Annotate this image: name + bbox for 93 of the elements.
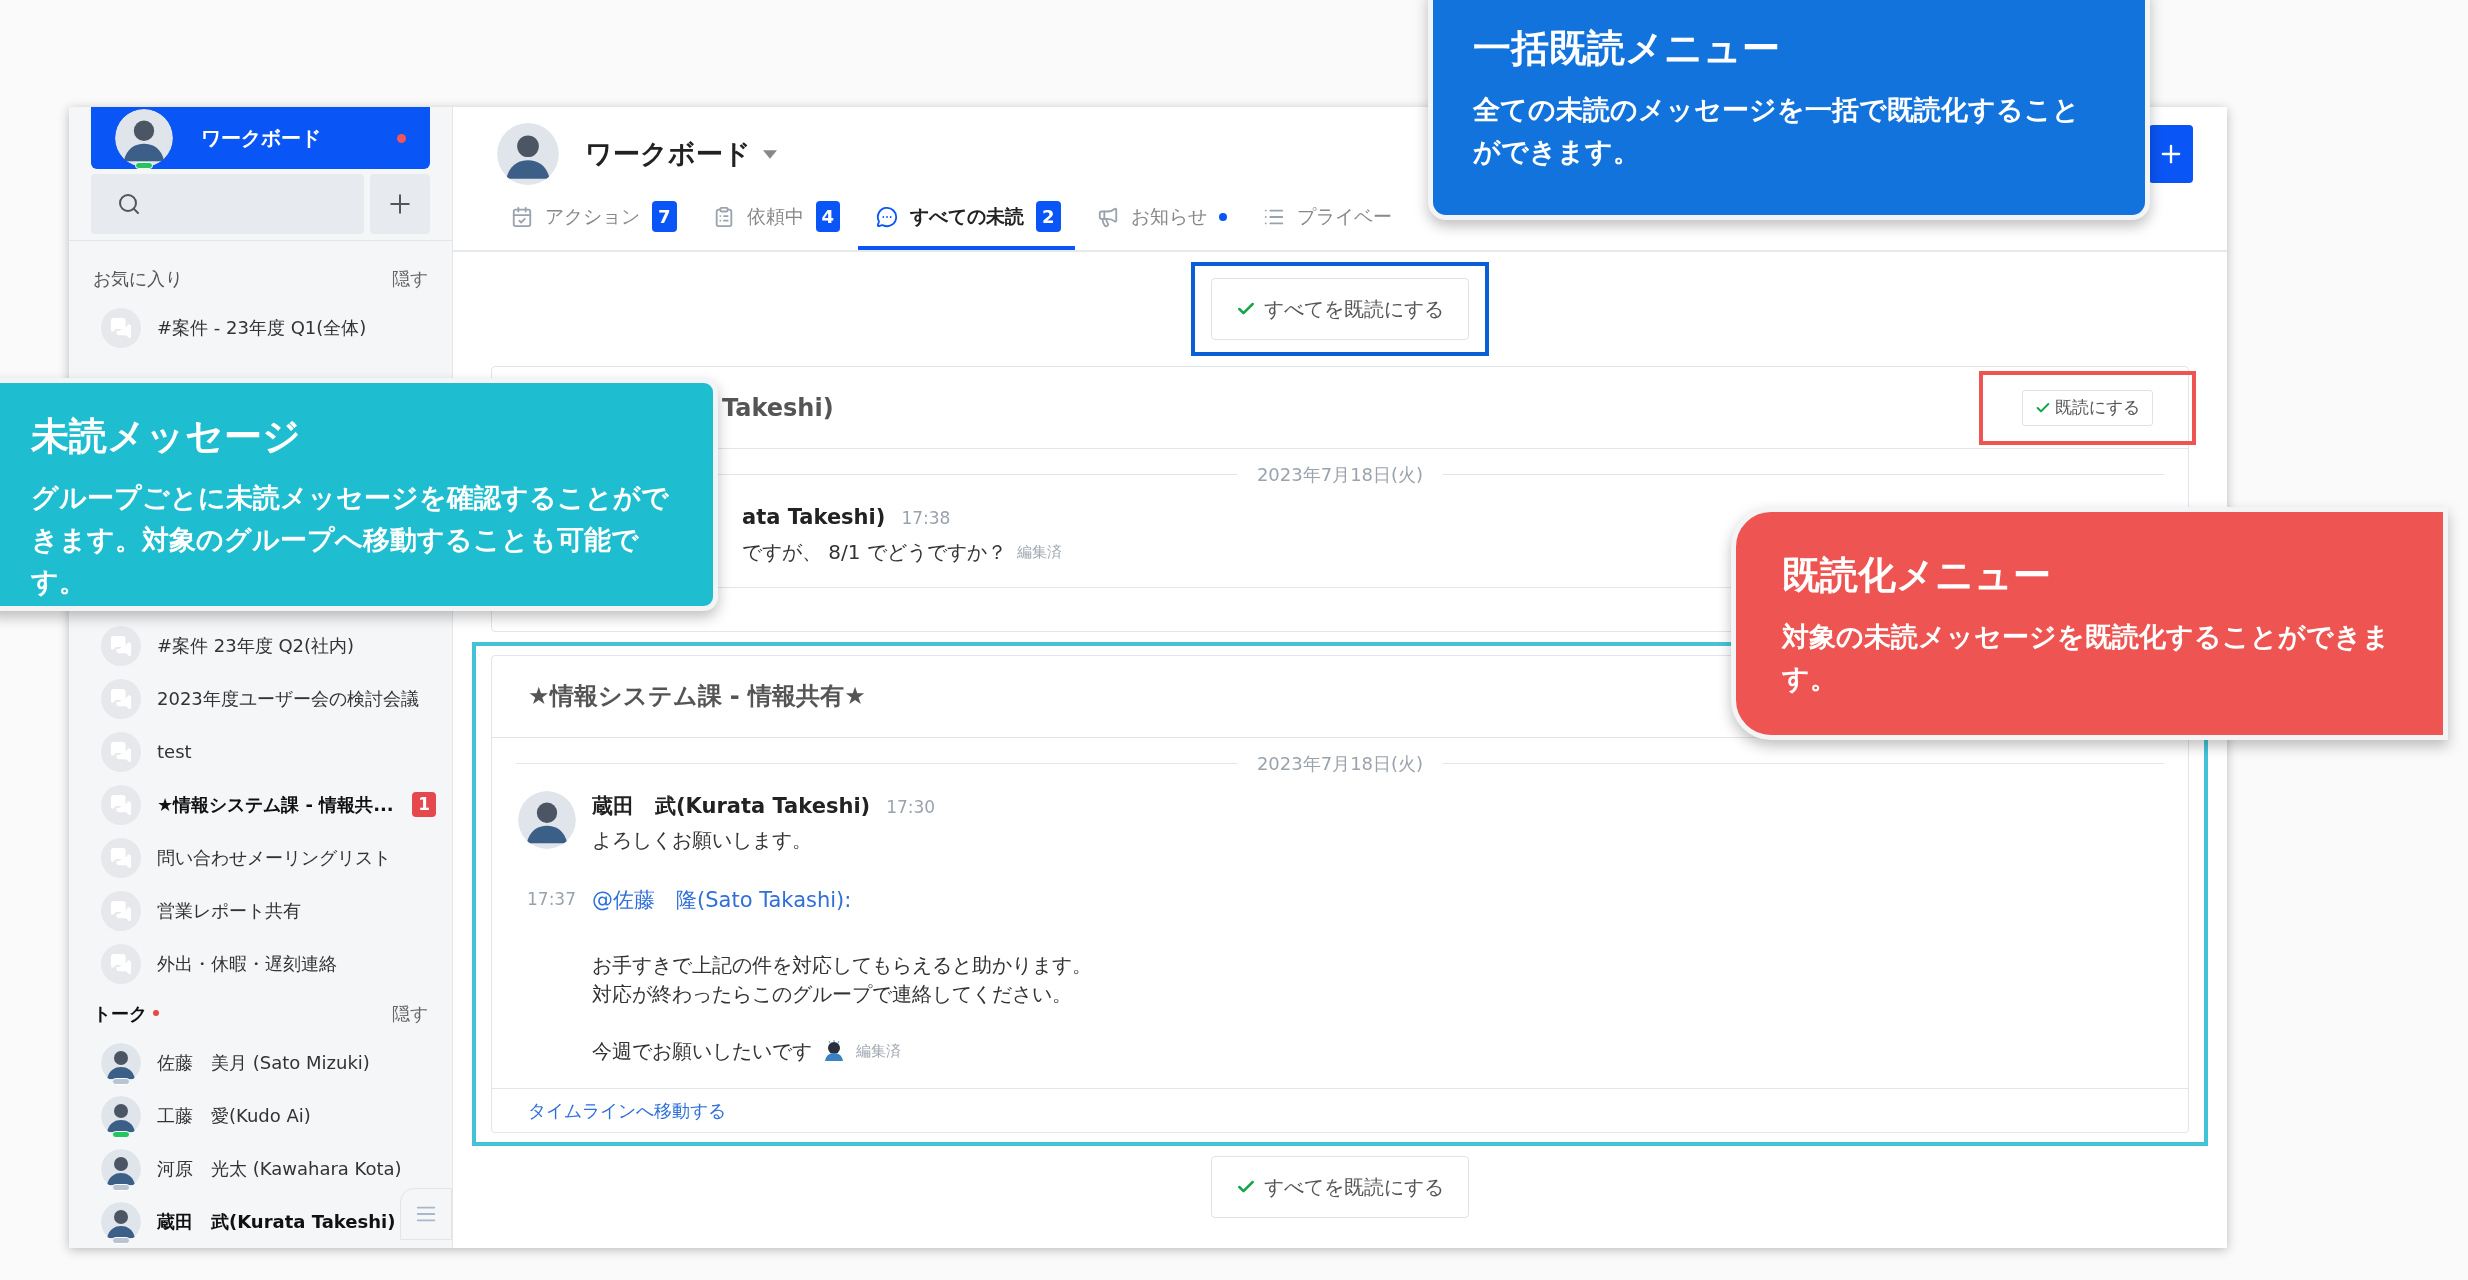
count-badge: 4 [815, 201, 841, 232]
item-label: test [157, 740, 192, 764]
hide-link[interactable]: 隠す [392, 264, 428, 292]
callout-text: 全ての未読のメッセージを一括で既読化することができます。 [1473, 93, 2081, 169]
chat-bubbles-icon [101, 837, 141, 878]
item-label: ★情報システム課 - 情報共... [157, 793, 394, 817]
tab-label: アクション [545, 204, 640, 230]
search-field[interactable] [91, 174, 364, 234]
count-badge: 2 [1036, 201, 1061, 232]
mark-read-button[interactable]: 既読にする [2022, 389, 2153, 426]
sidebar-item[interactable]: 外出・休暇・遅刻連絡 [69, 937, 452, 990]
message-text: 今週でお願いしたいです [592, 1037, 812, 1065]
mark-all-read-button[interactable]: すべてを既読にする [1211, 1155, 1469, 1218]
tab-label: お知らせ [1130, 204, 1207, 230]
chat-bubbles-icon [101, 678, 141, 719]
tab-label: すべての未読 [910, 204, 1025, 230]
item-label: 工藤 愛(Kudo Ai) [157, 1104, 311, 1128]
edited-label: 編集済 [856, 1040, 901, 1062]
page-title[interactable]: ワークボード [585, 133, 777, 175]
message-text: お手すきで上記の件を対応してもらえると助かります。 [592, 951, 1092, 979]
list-toggle-button[interactable] [400, 1188, 452, 1240]
chat-icon [876, 205, 899, 228]
sidebar-item[interactable]: #案件 23年度 Q2(社内) [69, 619, 452, 672]
tab[interactable]: アクション 7 [493, 187, 691, 250]
hide-link[interactable]: 隠す [392, 999, 428, 1027]
avatar-icon [497, 123, 559, 185]
calendar-icon [511, 205, 533, 228]
callout-title: 既読化メニュー [1782, 552, 2052, 598]
item-label: 2023年度ユーザー会の検討会議 [157, 687, 419, 711]
item-label: 問い合わせメーリングリスト [157, 846, 391, 870]
callout-title: 一括既読メニュー [1473, 25, 1781, 71]
message-text: ですが、 8/1 でどうですか？ [742, 538, 1007, 566]
item-label: 佐藤 美月 (Sato Mizuki) [157, 1051, 370, 1075]
megaphone-icon [1096, 205, 1119, 228]
add-button[interactable] [2149, 125, 2193, 183]
author-name: 蔵田 武(Kurata Takeshi) [592, 792, 871, 820]
section-title: トーク [93, 1001, 147, 1026]
workspace-name: ワークボード [201, 125, 321, 152]
mark-all-read-button[interactable]: すべてを既読にする [1211, 278, 1469, 340]
item-label: 営業レポート共有 [157, 899, 301, 923]
section-title: お気に入り [93, 266, 183, 291]
tab[interactable]: すべての未読 2 [858, 187, 1075, 250]
tab-label: プライベー [1296, 204, 1392, 230]
group-title: ★情報システム課 - 情報共有★ [528, 681, 866, 712]
item-label: 外出・休暇・遅刻連絡 [157, 952, 337, 976]
avatar-icon [101, 1095, 141, 1136]
chat-bubbles-icon [101, 731, 141, 772]
callout-text: 対象の未読メッセージを既読化することができます。 [1782, 620, 2391, 696]
item-label: #案件 23年度 Q2(社内) [157, 634, 355, 658]
caret-icon [763, 149, 777, 159]
tab[interactable]: お知らせ [1078, 187, 1241, 250]
message-time: 17:38 [901, 507, 951, 530]
message-text: よろしくお願いします。 [592, 827, 812, 854]
message-time: 17:37 [527, 888, 576, 911]
callout-text: グループごとに未読メッセージを確認することができます。対象のグループへ移動することも可能です。 [31, 481, 670, 599]
chat-bubbles-icon [101, 890, 141, 931]
avatar-icon [101, 1042, 141, 1083]
chat-bubbles-icon [101, 625, 141, 666]
author-name: ata Takeshi) [742, 504, 886, 531]
date-label: 2023年7月18日(火) [1256, 463, 1424, 487]
chat-bubbles-icon [101, 784, 141, 825]
count-badge: 7 [652, 201, 677, 232]
sidebar-item[interactable]: 2023年度ユーザー会の検討会議 [69, 672, 452, 725]
date-label: 2023年7月18日(火) [1256, 751, 1424, 776]
sidebar-item[interactable]: 佐藤 美月 (Sato Mizuki) [69, 1036, 392, 1089]
item-label: #案件 - 23年度 Q1(全体) [157, 316, 367, 340]
message-text: 対応が終わったらこのグループで連絡してください。 [592, 980, 1073, 1008]
avatar-icon [101, 1201, 141, 1242]
sidebar-item[interactable]: 工藤 愛(Kudo Ai) [69, 1089, 392, 1142]
search-icon [117, 192, 141, 216]
tab-label: 依頼中 [746, 204, 804, 230]
avatar-icon [518, 790, 576, 849]
avatar-icon [115, 109, 173, 167]
group-title: Takeshi) [722, 392, 834, 424]
tab[interactable]: プライベー [1244, 187, 1406, 250]
chat-bubbles-icon [101, 943, 141, 984]
edited-label: 編集済 [1016, 541, 1062, 563]
sidebar-item[interactable]: ★情報システム課 - 情報共... 1 [69, 778, 452, 831]
message-time: 17:30 [886, 795, 936, 819]
chat-bubbles-icon [101, 307, 141, 348]
callout-title: 未読メッセージ [31, 413, 302, 459]
avatar-icon [101, 1148, 141, 1189]
bowing-person-icon [822, 1039, 846, 1063]
sidebar-item[interactable]: #案件 - 23年度 Q1(全体) [69, 301, 452, 354]
mention-link[interactable]: @佐藤 隆(Sato Takashi): [592, 885, 1092, 917]
sidebar-item[interactable]: test [69, 725, 452, 778]
item-label: 河原 光太 (Kawahara Kota) [157, 1157, 402, 1181]
sidebar-item[interactable]: 問い合わせメーリングリスト [69, 831, 452, 884]
sidebar-item[interactable]: 営業レポート共有 [69, 884, 452, 937]
workspace-header[interactable]: ワークボード [91, 107, 430, 169]
timeline-link[interactable]: タイムラインへ移動する [528, 1096, 726, 1124]
unread-count: 1 [412, 791, 436, 818]
tab[interactable]: 依頼中 4 [694, 187, 855, 250]
